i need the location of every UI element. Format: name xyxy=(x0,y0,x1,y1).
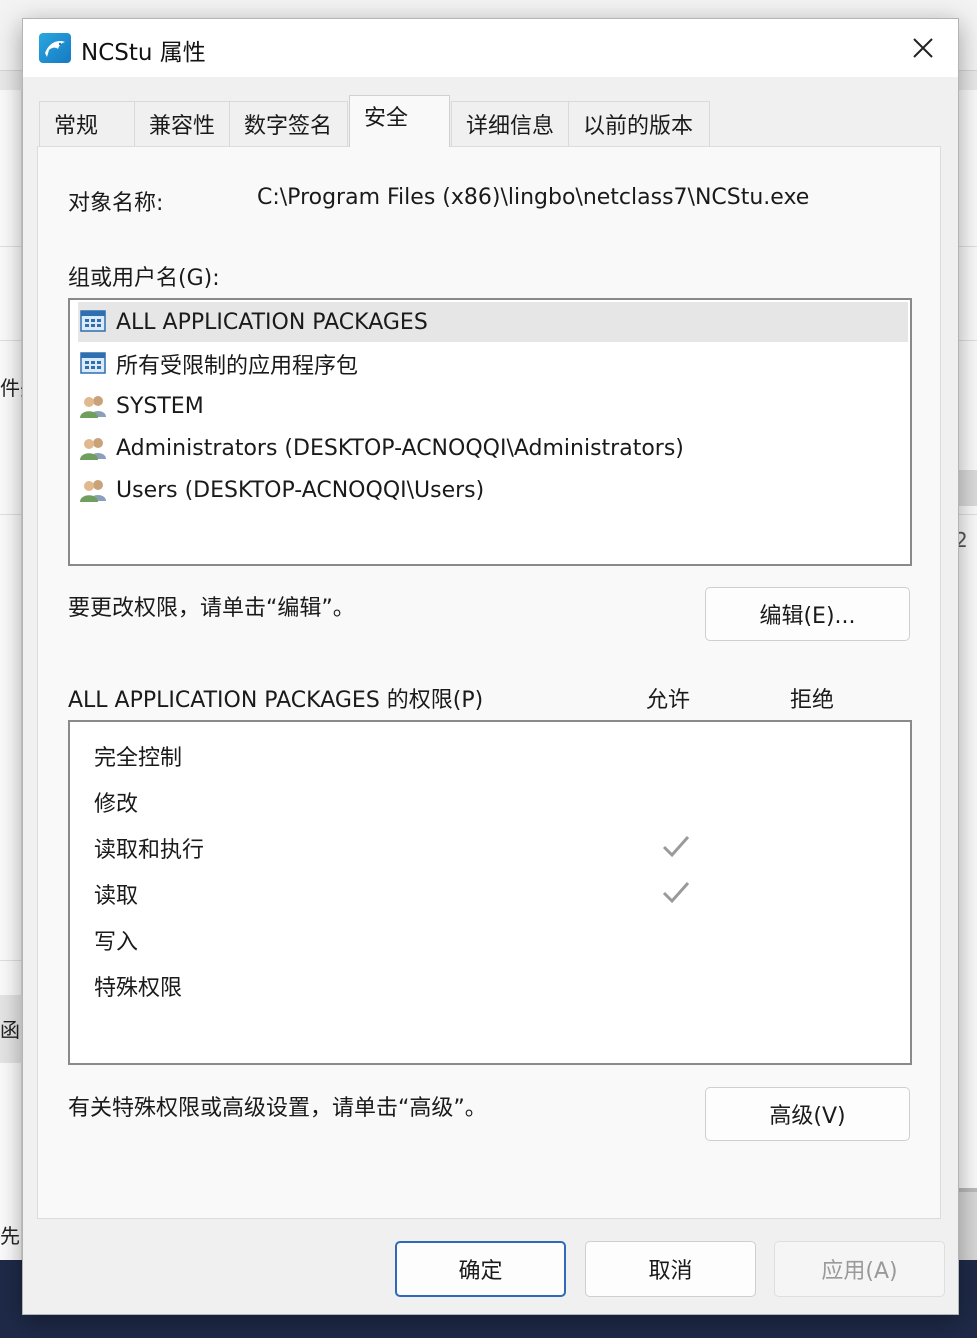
allow-check-icon xyxy=(662,836,690,858)
edit-button[interactable]: 编辑(E)... xyxy=(705,587,910,641)
ok-button[interactable]: 确定 xyxy=(395,1241,566,1297)
tab-previous-versions[interactable]: 以前的版本 xyxy=(568,101,710,147)
group-item[interactable]: ALL APPLICATION PACKAGES xyxy=(78,302,908,342)
apply-button[interactable]: 应用(A) xyxy=(774,1241,945,1297)
object-name-label: 对象名称: xyxy=(68,191,164,216)
users-group-icon xyxy=(78,391,110,421)
advanced-hint: 有关特殊权限或高级设置，请单击“高级”。 xyxy=(68,1096,487,1121)
group-item[interactable]: 所有受限制的应用程序包 xyxy=(78,344,908,384)
permission-name: 读取和执行 xyxy=(94,838,205,863)
allow-column-header: 允许 xyxy=(646,688,691,713)
tab-compatibility[interactable]: 兼容性 xyxy=(134,101,230,147)
security-panel: 对象名称: C:\Program Files (x86)\lingbo\netc… xyxy=(37,146,941,1219)
permissions-list: 完全控制 修改 读取和执行 读取 写入 特殊权限 xyxy=(68,720,912,1065)
users-group-icon xyxy=(78,475,110,505)
properties-dialog: NCStu 属性 常规 兼容性 数字签名 安全 详细信息 以前的版本 对象名称:… xyxy=(22,18,959,1315)
permission-name: 完全控制 xyxy=(94,746,183,771)
app-package-icon xyxy=(78,349,110,379)
group-name: ALL APPLICATION PACKAGES xyxy=(116,309,428,335)
group-name: Users (DESKTOP-ACNOQQI\Users) xyxy=(116,477,485,503)
background-window-left xyxy=(0,90,22,1260)
permission-name: 修改 xyxy=(94,792,139,817)
group-item[interactable]: SYSTEM xyxy=(78,386,908,426)
close-button[interactable] xyxy=(888,19,958,77)
permission-name: 读取 xyxy=(94,884,139,909)
permission-name: 特殊权限 xyxy=(94,976,183,1001)
group-name: Administrators (DESKTOP-ACNOQQI\Administ… xyxy=(116,435,684,461)
background-text-fragment: 函 xyxy=(0,1018,20,1042)
group-name: 所有受限制的应用程序包 xyxy=(116,354,359,379)
group-item[interactable]: Administrators (DESKTOP-ACNOQQI\Administ… xyxy=(78,428,908,468)
object-name-value: C:\Program Files (x86)\lingbo\netclass7\… xyxy=(257,185,810,210)
groups-label: 组或用户名(G): xyxy=(68,266,220,291)
permission-row: 读取 xyxy=(94,874,894,914)
groups-listbox[interactable]: ALL APPLICATION PACKAGES 所有受限制的应用程序包 SYS… xyxy=(68,298,912,566)
permission-row: 完全控制 xyxy=(94,736,894,776)
permission-row: 特殊权限 xyxy=(94,966,894,1006)
window-title: NCStu 属性 xyxy=(81,40,206,66)
tab-details[interactable]: 详细信息 xyxy=(451,101,569,147)
tab-general[interactable]: 常规 xyxy=(39,101,135,147)
cancel-button[interactable]: 取消 xyxy=(585,1241,756,1297)
dolphin-app-icon xyxy=(39,33,71,63)
permission-row: 修改 xyxy=(94,782,894,822)
deny-column-header: 拒绝 xyxy=(790,688,835,713)
group-item[interactable]: Users (DESKTOP-ACNOQQI\Users) xyxy=(78,470,908,510)
edit-hint: 要更改权限，请单击“编辑”。 xyxy=(68,596,355,621)
permission-row: 读取和执行 xyxy=(94,828,894,868)
permission-row: 写入 xyxy=(94,920,894,960)
advanced-button[interactable]: 高级(V) xyxy=(705,1087,910,1141)
title-bar[interactable]: NCStu 属性 xyxy=(23,19,958,77)
close-icon xyxy=(913,38,933,58)
tab-security[interactable]: 安全 xyxy=(349,95,450,147)
allow-check-icon xyxy=(662,882,690,904)
permissions-label: ALL APPLICATION PACKAGES 的权限(P) xyxy=(68,688,484,713)
background-text-fragment: 先 xyxy=(0,1224,20,1248)
group-name: SYSTEM xyxy=(116,393,204,419)
permission-name: 写入 xyxy=(94,930,139,955)
background-text-fragment: 件头 xyxy=(0,376,22,400)
app-package-icon xyxy=(78,307,110,337)
tab-digital-signatures[interactable]: 数字签名 xyxy=(229,101,348,147)
users-group-icon xyxy=(78,433,110,463)
